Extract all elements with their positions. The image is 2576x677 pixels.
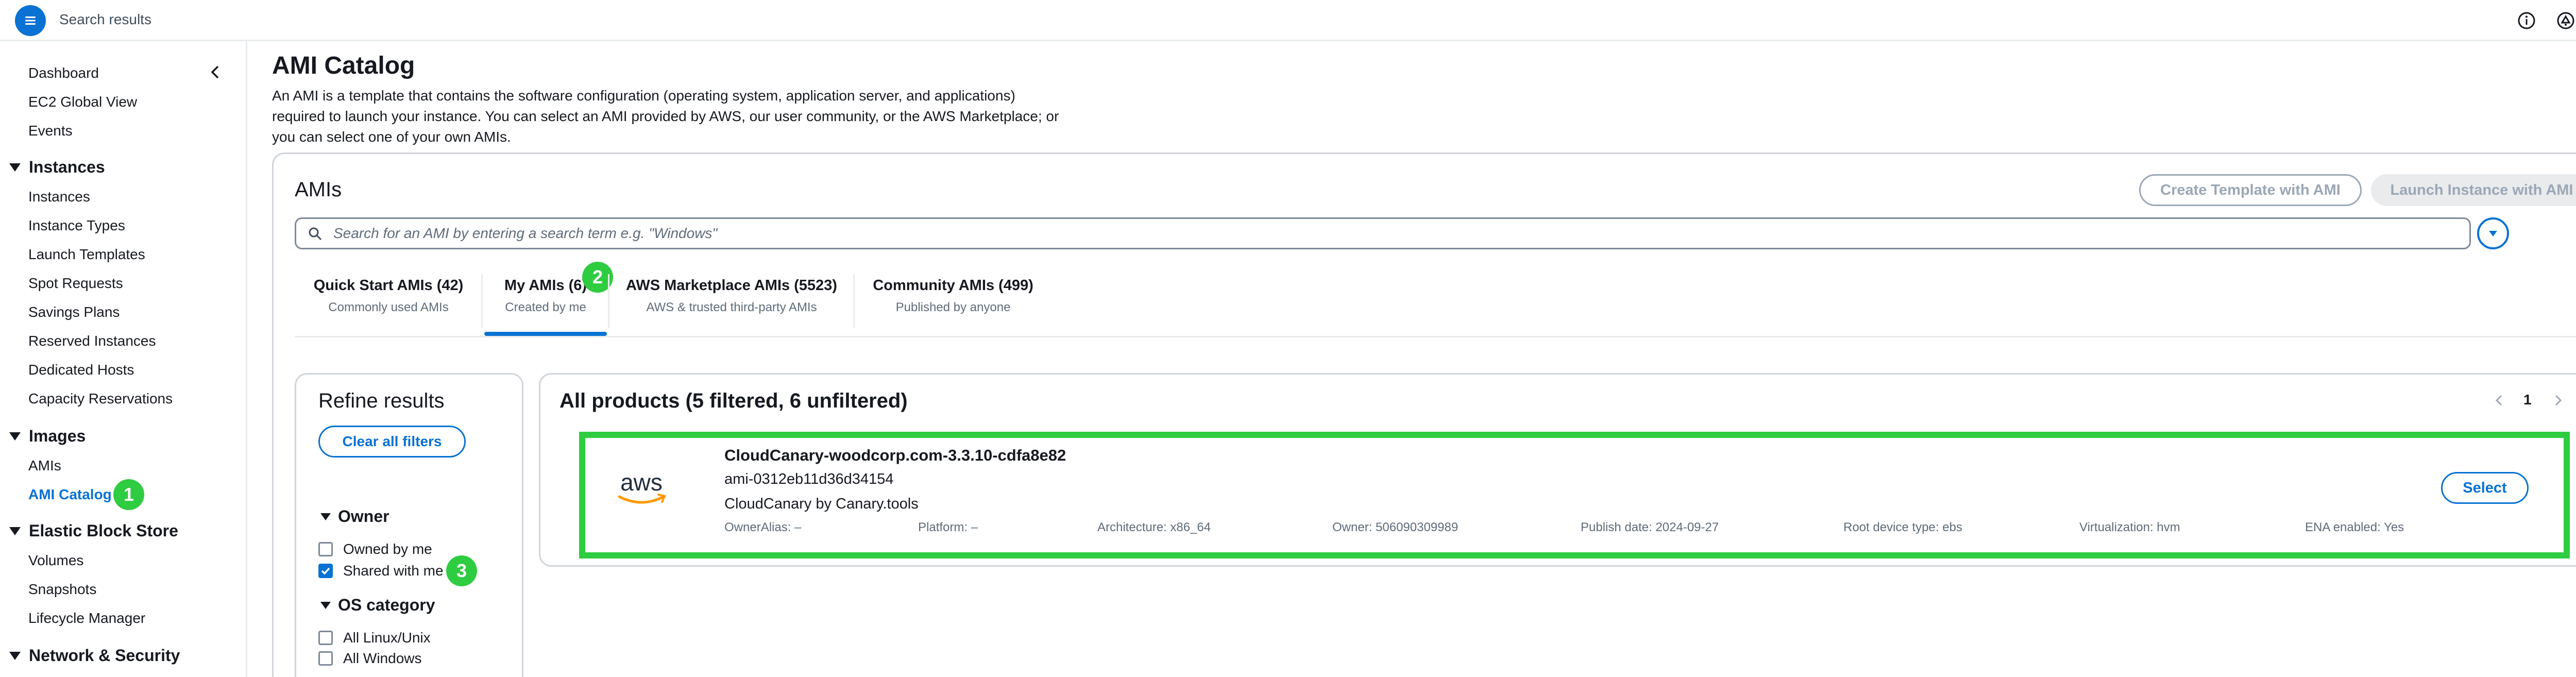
os-category-facet-toggle[interactable]: OS category <box>320 596 435 615</box>
ami-id: ami-0312eb11d36d34154 <box>724 471 894 487</box>
tab-aws-marketplace[interactable]: AWS Marketplace AMIs (5523) AWS & truste… <box>618 268 845 337</box>
topbar-title: Search results <box>59 11 151 27</box>
tab-community[interactable]: Community AMIs (499) Published by anyone <box>866 268 1041 337</box>
shared-with-me-checkbox[interactable] <box>318 564 333 578</box>
tab-divider <box>608 274 609 328</box>
sidebar-item-volumes[interactable]: Volumes <box>28 552 83 569</box>
page-number[interactable]: 1 <box>2523 392 2532 408</box>
sidebar-item-launch-templates[interactable]: Launch Templates <box>28 246 145 263</box>
caret-down-icon <box>9 651 21 660</box>
ami-architecture: Architecture: x86_64 <box>1097 520 1211 534</box>
sidebar-section-images[interactable]: Images <box>9 427 86 446</box>
sidebar-item-lifecycle-manager[interactable]: Lifecycle Manager <box>28 610 145 627</box>
search-icon <box>309 227 322 241</box>
aws-logo: aws <box>613 467 670 508</box>
all-windows-option[interactable]: All Windows <box>318 650 421 667</box>
sidebar-item-ec2-global-view[interactable]: EC2 Global View <box>28 94 137 110</box>
sidebar-item-events[interactable]: Events <box>28 123 73 139</box>
page-title: AMI Catalog <box>272 52 415 79</box>
ami-name: CloudCanary-woodcorp.com-3.3.10-cdfa8e82 <box>724 446 1066 464</box>
ami-platform: Platform: – <box>918 520 978 534</box>
ami-ena-enabled: ENA enabled: Yes <box>2305 520 2404 534</box>
ami-publish-date: Publish date: 2024-09-27 <box>1581 520 1719 534</box>
annotation-badge-3: 3 <box>446 555 477 586</box>
previous-page-icon[interactable] <box>2492 393 2507 408</box>
search-box <box>295 217 2471 249</box>
sidebar-item-savings-plans[interactable]: Savings Plans <box>28 304 120 320</box>
caret-down-icon <box>9 432 21 441</box>
sidebar-item-ami-catalog[interactable]: AMI Catalog <box>28 486 112 503</box>
info-icon[interactable] <box>2516 10 2537 31</box>
amis-heading: AMIs <box>295 178 342 201</box>
top-bar: Search results <box>0 0 2576 41</box>
page-description: An AMI is a template that contains the s… <box>272 88 1059 145</box>
tab-selected-indicator <box>484 332 607 336</box>
tab-divider <box>853 274 855 328</box>
sidebar-item-capacity-reservations[interactable]: Capacity Reservations <box>28 391 173 407</box>
all-windows-checkbox[interactable] <box>318 651 333 666</box>
clear-all-filters-button[interactable]: Clear all filters <box>318 426 466 458</box>
ami-owner: Owner: 506090309989 <box>1332 520 1459 534</box>
chevron-left-icon[interactable] <box>206 63 225 81</box>
caret-down-icon <box>9 163 21 172</box>
owned-by-me-option[interactable]: Owned by me <box>318 541 432 557</box>
notifications-icon[interactable] <box>2555 10 2576 31</box>
caret-down-icon <box>320 513 331 520</box>
check-icon <box>321 567 330 575</box>
sidebar-section-network-security[interactable]: Network & Security <box>9 646 180 665</box>
svg-text:aws: aws <box>620 469 663 496</box>
launch-instance-button[interactable]: Launch Instance with AMI <box>2371 174 2576 206</box>
refine-results-title: Refine results <box>318 390 445 412</box>
sidebar-item-spot-requests[interactable]: Spot Requests <box>28 275 123 292</box>
tab-divider <box>481 274 483 328</box>
results-title: All products (5 filtered, 6 unfiltered) <box>560 390 908 412</box>
select-ami-button[interactable]: Select <box>2441 472 2529 504</box>
sidebar-item-amis[interactable]: AMIs <box>28 458 61 474</box>
caret-down-icon <box>320 601 331 609</box>
caret-down-icon <box>2489 231 2497 236</box>
sidebar-item-instance-types[interactable]: Instance Types <box>28 217 125 234</box>
annotation-badge-1: 1 <box>113 479 144 510</box>
sidebar-item-instances[interactable]: Instances <box>28 189 90 205</box>
sidebar-item-dashboard[interactable]: Dashboard <box>28 65 99 81</box>
all-linux-unix-option[interactable]: All Linux/Unix <box>318 630 431 646</box>
tab-quick-start[interactable]: Quick Start AMIs (42) Commonly used AMIs <box>309 268 468 337</box>
ami-provider: CloudCanary by Canary.tools <box>724 496 919 512</box>
caret-down-icon <box>9 527 21 535</box>
shared-with-me-option[interactable]: Shared with me <box>318 563 444 579</box>
sidebar-section-elastic-block-store[interactable]: Elastic Block Store <box>9 521 178 540</box>
create-template-button[interactable]: Create Template with AMI <box>2139 174 2362 206</box>
sidebar-item-reserved-instances[interactable]: Reserved Instances <box>28 333 156 349</box>
sidebar-section-instances[interactable]: Instances <box>9 158 105 177</box>
ami-virtualization: Virtualization: hvm <box>2079 520 2180 534</box>
sidebar-item-snapshots[interactable]: Snapshots <box>28 581 96 598</box>
all-linux-unix-checkbox[interactable] <box>318 631 333 645</box>
ami-owner-alias: OwnerAlias: – <box>724 520 802 534</box>
hamburger-menu-icon[interactable] <box>15 5 46 36</box>
owner-facet-toggle[interactable]: Owner <box>320 507 389 526</box>
next-page-icon[interactable] <box>2550 393 2566 408</box>
search-input[interactable] <box>333 219 2446 248</box>
owned-by-me-checkbox[interactable] <box>318 542 333 556</box>
filter-dropdown-button[interactable] <box>2477 217 2509 249</box>
sidebar-item-dedicated-hosts[interactable]: Dedicated Hosts <box>28 362 134 378</box>
ami-root-device-type: Root device type: ebs <box>1843 520 1962 534</box>
